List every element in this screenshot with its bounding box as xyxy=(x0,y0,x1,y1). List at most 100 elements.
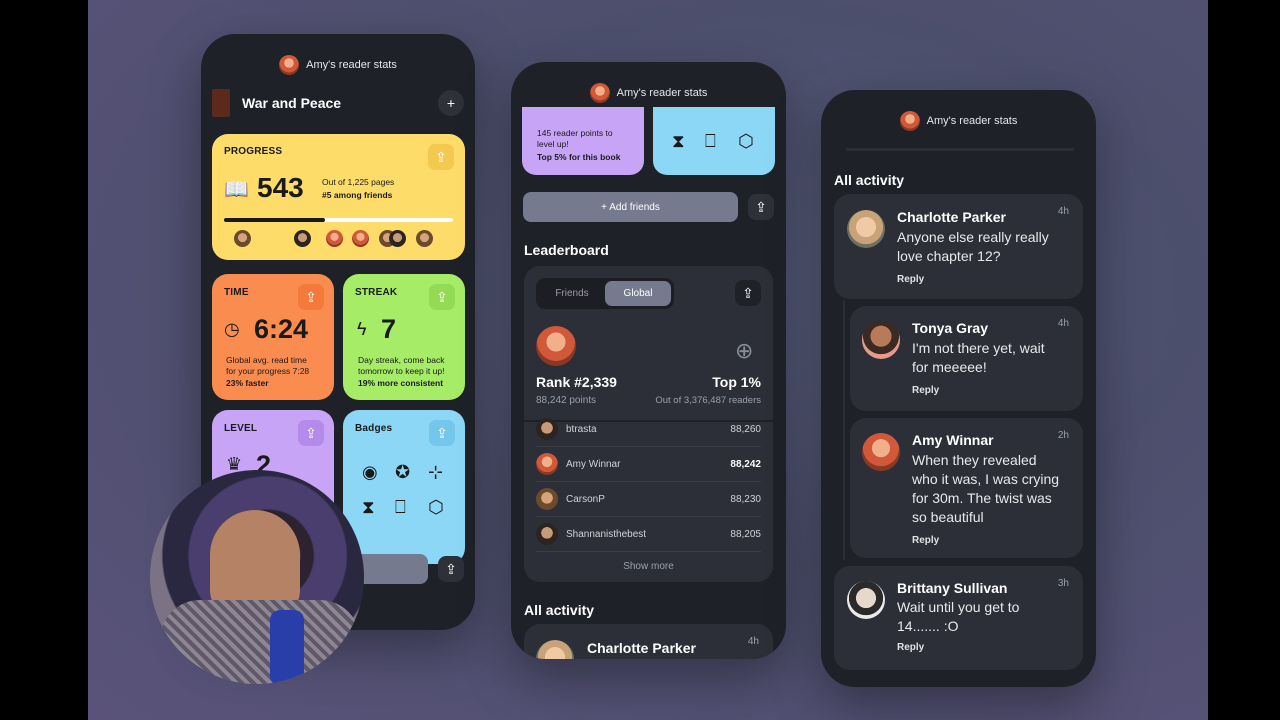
activity-time: 4h xyxy=(747,636,759,647)
share-leaderboard-button[interactable]: ⇪ xyxy=(735,280,761,306)
share-time-button[interactable]: ⇪ xyxy=(298,284,324,310)
show-more-link[interactable]: Show more xyxy=(524,561,773,572)
share-progress-button[interactable]: ⇪ xyxy=(428,144,454,170)
badges-card[interactable]: ⧗ ⎕ ⬡ xyxy=(653,107,775,175)
progress-card[interactable]: PROGRESS ⇪ 📖 543 Out of 1,225 pages #5 a… xyxy=(212,134,465,260)
streak-card[interactable]: STREAK ⇪ ϟ 7 Day streak, come back tomor… xyxy=(343,274,465,400)
open-book-badge-icon: ⎕ xyxy=(705,131,716,151)
activity-text: When they revealed xyxy=(912,452,1037,468)
progress-value: 543 xyxy=(257,172,304,203)
avatar xyxy=(389,230,406,247)
avatar xyxy=(536,640,574,659)
share-icon: ⇪ xyxy=(742,284,754,301)
time-bold: 23% faster xyxy=(226,378,269,388)
points-value: 88,242 points xyxy=(536,395,597,406)
target-badge-icon: ⊹ xyxy=(428,462,444,482)
header-title: Amy's reader stats xyxy=(616,87,708,99)
share-icon: ⇪ xyxy=(305,424,317,441)
time-card[interactable]: TIME ⇪ ◷ 6:24 Global avg. read time for … xyxy=(212,274,334,400)
badges-label: Badges xyxy=(355,423,393,434)
activity-card[interactable]: Amy Winnar 2h When they revealed who it … xyxy=(850,418,1083,558)
activity-time: 4h xyxy=(1057,318,1069,329)
out-of-readers: Out of 3,376,487 readers xyxy=(655,395,761,406)
all-activity-title: All activity xyxy=(524,602,595,618)
avatar xyxy=(416,230,433,247)
share-badges-button[interactable]: ⇪ xyxy=(429,420,455,446)
clock-icon: ◷ xyxy=(224,319,240,339)
leaderboard-row[interactable]: Shannanisthebest 88,205 xyxy=(536,517,761,552)
avatar xyxy=(352,230,369,247)
progress-fill xyxy=(224,218,326,222)
check-badge-icon: ✪ xyxy=(395,462,411,482)
activity-text: who it was, I was crying xyxy=(912,471,1060,487)
reply-link[interactable]: Reply xyxy=(897,274,924,285)
row-value: 88,260 xyxy=(730,423,761,435)
friend-avatars xyxy=(234,230,434,248)
top-percent: Top 1% xyxy=(712,374,761,390)
activity-name: Charlotte Parker xyxy=(897,209,1006,225)
points-line1: 145 reader points to xyxy=(537,128,613,138)
avatar xyxy=(536,453,558,475)
time-value: 6:24 xyxy=(254,314,309,344)
avatar xyxy=(536,488,558,510)
phone-activity: Amy's reader stats All activity Charlott… xyxy=(821,90,1096,687)
activity-text: so beautiful xyxy=(912,509,984,525)
thread-line xyxy=(843,300,845,560)
share-icon: ⇪ xyxy=(436,288,448,305)
share-button[interactable]: ⇪ xyxy=(438,556,464,582)
reply-link[interactable]: Reply xyxy=(912,535,939,546)
leaderboard-row[interactable]: CarsonP 88,230 xyxy=(536,482,761,517)
activity-card[interactable]: Tonya Gray 4h I'm not there yet, wait fo… xyxy=(850,306,1083,411)
activity-card[interactable]: Charlotte Parker 4h Anyone else really r… xyxy=(834,194,1083,299)
tab-friends[interactable]: Friends xyxy=(539,281,605,306)
points-bold: Top 5% for this book xyxy=(537,152,621,162)
activity-text: Anyone else really really xyxy=(897,229,1049,245)
add-friends-button[interactable]: + Add friends xyxy=(523,192,738,222)
activity-name: Brittany Sullivan xyxy=(897,580,1008,596)
row-value: 88,242 xyxy=(730,458,761,470)
share-level-button[interactable]: ⇪ xyxy=(298,420,324,446)
activity-text: love chapter 12? xyxy=(897,248,1001,264)
share-icon: ⇪ xyxy=(435,148,447,165)
reply-link[interactable]: Reply xyxy=(912,385,939,396)
streak-label: STREAK xyxy=(355,287,398,298)
avatar xyxy=(294,230,311,247)
plus-icon: + xyxy=(446,95,456,111)
open-book-badge-icon: ⎕ xyxy=(395,497,406,517)
header-title: Amy's reader stats xyxy=(306,59,397,71)
row-name: btrasta xyxy=(566,423,597,435)
hourglass-badge-icon: ⧗ xyxy=(672,131,685,151)
shirt xyxy=(160,600,360,684)
share-streak-button[interactable]: ⇪ xyxy=(429,284,455,310)
badges-card[interactable]: Badges ⇪ ◉ ✪ ⊹ ⧗ ⎕ ⬡ xyxy=(343,410,465,564)
activity-time: 3h xyxy=(1057,578,1069,589)
reply-link[interactable]: Reply xyxy=(897,642,924,653)
avatar xyxy=(536,418,558,440)
activity-card[interactable]: Brittany Sullivan 3h Wait until you get … xyxy=(834,566,1083,670)
add-book-button[interactable]: + xyxy=(438,90,464,116)
phone-header: Amy's reader stats xyxy=(821,111,1096,131)
leaderboard-row[interactable]: btrasta 88,260 xyxy=(536,412,761,447)
row-name: Shannanisthebest xyxy=(566,528,647,540)
book-title: War and Peace xyxy=(242,95,342,111)
streak-bold: 19% more consistent xyxy=(358,378,444,388)
hexagon-badge-icon: ⬡ xyxy=(428,497,444,517)
time-label: TIME xyxy=(224,287,249,298)
progress-out-of: Out of 1,225 pages xyxy=(322,177,395,187)
avatar xyxy=(847,210,885,248)
tab-global[interactable]: Global xyxy=(605,281,671,306)
header-title: Amy's reader stats xyxy=(926,115,1018,127)
streak-line1: Day streak, come back xyxy=(358,355,445,365)
points-line2: level up! xyxy=(537,139,569,149)
leaderboard-row[interactable]: Amy Winnar 88,242 xyxy=(536,447,761,482)
avatar xyxy=(862,321,900,359)
points-card[interactable]: 145 reader points to level up! Top 5% fo… xyxy=(522,107,644,175)
row-value: 88,205 xyxy=(730,528,761,540)
globe-icon: ⊕ xyxy=(735,338,754,363)
share-button[interactable]: ⇪ xyxy=(748,194,774,220)
hourglass-badge-icon: ⧗ xyxy=(362,497,375,517)
activity-card[interactable]: Charlotte Parker 4h xyxy=(524,624,773,659)
avatar xyxy=(899,111,920,131)
row-name: Amy Winnar xyxy=(566,458,621,470)
share-icon: ⇪ xyxy=(755,198,767,215)
